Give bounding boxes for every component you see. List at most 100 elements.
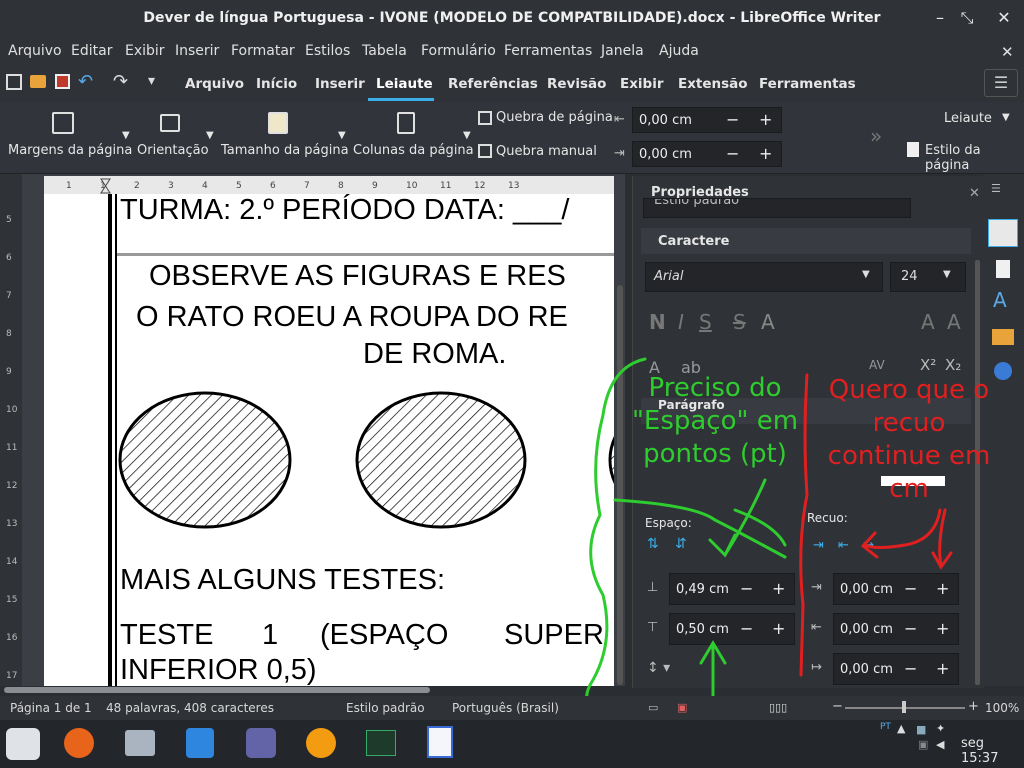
save-icon[interactable] (55, 74, 70, 89)
menu-arquivo[interactable]: Arquivo (8, 43, 62, 59)
menu-editar[interactable]: Editar (71, 43, 112, 59)
font-name-dropdown[interactable]: Arial ▼ (645, 262, 883, 292)
menu-ajuda[interactable]: Ajuda (659, 43, 699, 59)
tab-inserir[interactable]: Inserir (315, 76, 365, 92)
files-icon[interactable] (125, 730, 155, 756)
zoom-out-icon[interactable]: − (832, 699, 843, 714)
orientation-icon[interactable] (160, 114, 180, 132)
clock[interactable]: seg 15:37 (961, 736, 1024, 766)
tab-exibir[interactable]: Exibir (620, 76, 664, 92)
page-size-icon[interactable] (268, 112, 288, 134)
strikethrough-icon[interactable]: S (733, 310, 746, 334)
page-size-button[interactable]: Tamanho da página (221, 143, 349, 158)
writer-icon[interactable] (427, 726, 453, 758)
tab-arquivo[interactable]: Arquivo (185, 76, 244, 92)
menu-ferramentas[interactable]: Ferramentas (504, 43, 592, 59)
indent-left-spinner[interactable]: 0,00 cm − + (632, 107, 782, 133)
zoom-slider-handle[interactable] (902, 701, 906, 713)
columns-icon[interactable] (397, 112, 415, 134)
doc-line-testes[interactable]: MAIS ALGUNS TESTES: (120, 564, 445, 597)
hamburger-menu-icon[interactable]: ☰ (984, 69, 1018, 97)
close-document-icon[interactable]: ✕ (1001, 43, 1014, 61)
page-style-button[interactable]: Estilo da página (925, 143, 1024, 173)
page-tab-icon[interactable] (996, 260, 1010, 278)
doc-line-teste1-b[interactable]: 1 (262, 619, 278, 652)
teams-tray-icon[interactable]: ■ (916, 723, 926, 736)
doc-line-teste1-c[interactable]: (ESPAÇO (320, 619, 448, 652)
view-layout-icon[interactable]: ▯▯▯ (769, 701, 787, 714)
new-document-icon[interactable] (6, 74, 22, 90)
menu-formatar[interactable]: Formatar (231, 43, 295, 59)
doc-line-inferior[interactable]: INFERIOR 0,5) (120, 654, 317, 686)
word-count[interactable]: 48 palavras, 408 caracteres (106, 701, 274, 715)
close-panel-icon[interactable]: ✕ (969, 186, 980, 201)
layout-dropdown[interactable]: Leiaute (944, 111, 992, 126)
tab-inicio[interactable]: Início (256, 76, 297, 92)
page-margins-icon[interactable] (52, 112, 74, 134)
font-size-dropdown[interactable]: 24 ▼ (890, 262, 966, 292)
menu-exibir[interactable]: Exibir (125, 43, 165, 59)
menu-inserir[interactable]: Inserir (175, 43, 219, 59)
tab-revisao[interactable]: Revisão (547, 76, 606, 92)
teams-icon[interactable] (246, 728, 276, 758)
page-style-icon[interactable] (907, 142, 919, 157)
redo-icon[interactable]: ↷ (113, 71, 128, 92)
shrink-font-icon[interactable]: A (947, 310, 961, 334)
plus-icon[interactable]: + (759, 144, 772, 163)
menu-janela[interactable]: Janela (601, 43, 644, 59)
system-monitor-icon[interactable] (366, 730, 396, 756)
gallery-tab-icon[interactable] (992, 329, 1014, 345)
minus-icon[interactable]: − (726, 144, 739, 163)
page-break-icon[interactable] (478, 111, 492, 125)
doc-line-turma[interactable]: TURMA: 2.º PERÍODO DATA: ___/ (120, 194, 569, 227)
update-tray-icon[interactable]: ✦ (936, 722, 945, 735)
doc-line-rato[interactable]: O RATO ROEU A ROUPA DO RE (136, 301, 568, 334)
more-options-icon[interactable]: ▾ (148, 73, 155, 89)
paragraph-style-dropdown[interactable]: Estilo padrão (643, 198, 911, 218)
update-icon[interactable] (306, 728, 336, 758)
indent-right-spinner[interactable]: 0,00 cm − + (632, 141, 782, 167)
doc-line-roma[interactable]: DE ROMA. (363, 338, 506, 371)
notification-icon[interactable]: ▲ (897, 722, 905, 735)
indent-left-value[interactable]: 0,00 cm (639, 113, 692, 128)
volume-icon[interactable]: ◀ (936, 738, 944, 751)
menu-formulario[interactable]: Formulário (421, 43, 496, 59)
chevron-down-icon[interactable]: ▼ (463, 130, 471, 141)
italic-icon[interactable]: I (678, 310, 684, 334)
underline-icon[interactable]: S (699, 310, 712, 334)
zoom-level[interactable]: 100% (985, 701, 1019, 715)
firefox-icon[interactable] (64, 728, 94, 758)
open-folder-icon[interactable] (30, 75, 46, 88)
tab-ferramentas[interactable]: Ferramentas (759, 76, 856, 92)
margins-button[interactable]: Margens da página (8, 143, 132, 158)
expand-arrows-icon[interactable]: » (870, 124, 882, 148)
doc-line-teste1-a[interactable]: TESTE (120, 619, 213, 652)
menu-estilos[interactable]: Estilos (305, 43, 350, 59)
styles-tab-icon[interactable]: A (993, 288, 1007, 312)
maximize-button[interactable]: ⤡ (957, 8, 977, 28)
chevron-down-icon[interactable]: ▼ (206, 130, 214, 141)
properties-tab-icon[interactable] (988, 219, 1018, 247)
undo-icon[interactable]: ↶ (78, 71, 93, 92)
manual-break-button[interactable]: Quebra manual (496, 144, 597, 159)
minus-icon[interactable]: − (726, 110, 739, 129)
selection-mode-icon[interactable]: ▭ (648, 701, 658, 714)
network-icon[interactable]: ▣ (918, 738, 928, 751)
indent-right-value[interactable]: 0,00 cm (639, 147, 692, 162)
software-store-icon[interactable] (186, 728, 214, 758)
columns-button[interactable]: Colunas da página (353, 143, 474, 158)
manual-break-icon[interactable] (478, 144, 492, 158)
orientation-button[interactable]: Orientação (137, 143, 209, 158)
doc-line-observe[interactable]: OBSERVE AS FIGURAS E RES (149, 260, 566, 293)
bold-icon[interactable]: N (649, 310, 666, 334)
shadow-icon[interactable]: A (761, 310, 775, 334)
chevron-down-icon[interactable]: ▼ (122, 130, 130, 141)
language-status[interactable]: Português (Brasil) (452, 701, 559, 715)
page-count[interactable]: Página 1 de 1 (10, 701, 92, 715)
menu-tabela[interactable]: Tabela (362, 43, 407, 59)
grow-font-icon[interactable]: A (921, 310, 935, 334)
zorin-menu-icon[interactable] (6, 728, 40, 760)
page-break-button[interactable]: Quebra de página (496, 110, 613, 125)
tab-leiaute[interactable]: Leiaute (376, 76, 433, 92)
tab-extensao[interactable]: Extensão (678, 76, 748, 92)
